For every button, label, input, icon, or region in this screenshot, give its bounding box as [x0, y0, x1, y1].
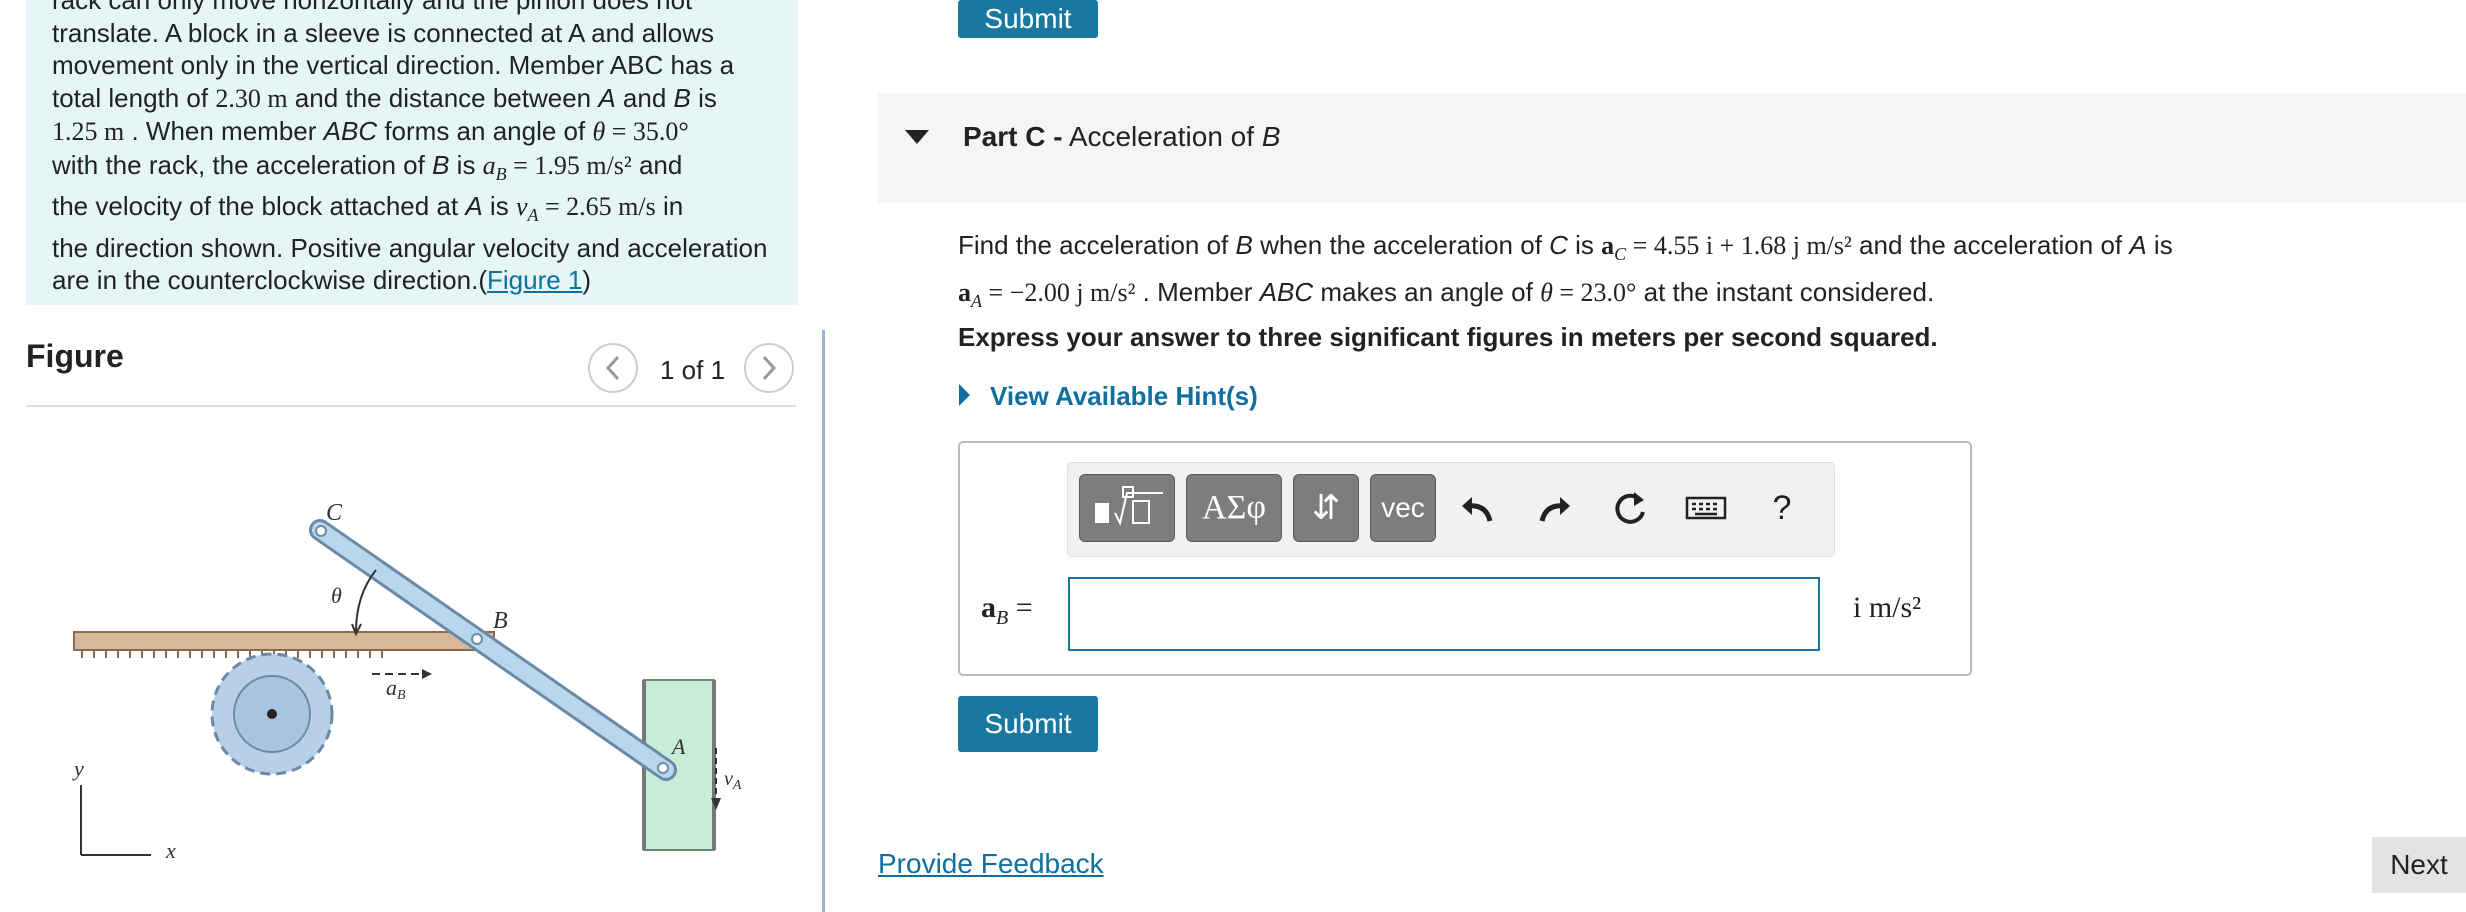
panel-divider — [822, 330, 825, 912]
next-figure-button[interactable] — [744, 343, 794, 393]
left-panel: rack can only move horizontally and the … — [0, 0, 822, 912]
a-label: A — [670, 734, 686, 759]
svg-text:vA: vA — [724, 768, 742, 793]
problem-line: total length of 2.30 m and the distance … — [52, 82, 717, 113]
redo-icon — [1539, 497, 1570, 522]
answer-input[interactable] — [1068, 577, 1820, 651]
next-button[interactable]: Next — [2372, 837, 2466, 893]
problem-line: are in the counterclockwise direction.(F… — [52, 265, 592, 296]
greek-symbols-button[interactable]: ΑΣφ — [1186, 474, 1282, 542]
y-axis-label: y — [72, 756, 84, 781]
pin-c — [315, 525, 327, 537]
hint-expand-icon[interactable] — [959, 384, 970, 406]
templates-icon — [1095, 486, 1163, 526]
theta2-value: 23.0° — [1580, 278, 1637, 308]
reset-button[interactable] — [1603, 481, 1657, 535]
svg-text:aB: aB — [386, 675, 406, 703]
keyboard-icon — [1685, 496, 1727, 520]
c-label: C — [326, 500, 343, 526]
provide-feedback-link[interactable]: Provide Feedback — [878, 848, 1104, 880]
vA-value: 2.65 m/s — [566, 192, 656, 222]
problem-line: the velocity of the block attached at A … — [52, 191, 684, 226]
view-hints-link[interactable]: View Available Hint(s) — [990, 381, 1258, 412]
submit-button[interactable]: Submit — [958, 696, 1098, 752]
aB-sub: B — [397, 688, 406, 703]
keyboard-button[interactable] — [1679, 481, 1733, 535]
figure-divider — [26, 405, 796, 407]
redo-button[interactable] — [1527, 481, 1581, 535]
b-label: B — [493, 608, 508, 634]
chevron-left-icon — [605, 355, 620, 381]
part-title: Part C - Acceleration of B — [963, 121, 1281, 152]
question-text: Find the acceleration of B when the acce… — [958, 230, 2173, 312]
help-button[interactable]: ? — [1755, 481, 1809, 535]
mechanism-figure: θ C B A aB vA y x — [72, 500, 742, 863]
theta-value: 35.0° — [632, 117, 689, 146]
collapse-triangle-icon[interactable] — [905, 130, 929, 144]
vA-sub: A — [732, 778, 742, 793]
vec-button[interactable]: vec — [1370, 474, 1436, 542]
theta-label: θ — [331, 583, 342, 608]
reset-icon — [1615, 492, 1645, 524]
templates-button[interactable] — [1079, 474, 1175, 542]
aC-value: 4.55 i + 1.68 j m/s² — [1653, 231, 1852, 260]
undo-button[interactable] — [1451, 481, 1505, 535]
pinion-center — [267, 709, 277, 719]
chevron-right-icon — [762, 355, 777, 381]
problem-line: translate. A block in a sleeve is connec… — [52, 17, 714, 48]
pin-b — [471, 633, 483, 645]
aA-value: −2.00 j m/s² — [1009, 278, 1136, 308]
problem-line: the direction shown. Positive angular ve… — [52, 232, 768, 263]
distance-value: 1.25 m — [52, 117, 125, 146]
problem-line: 1.25 m . When member ABC forms an angle … — [52, 116, 689, 146]
arrows-button[interactable]: ⇵ — [1293, 474, 1359, 542]
figure-link[interactable]: Figure 1 — [487, 265, 582, 295]
length-value: 2.30 m — [215, 83, 288, 113]
problem-line: with the rack, the acceleration of B is … — [52, 149, 683, 184]
figure-title: Figure — [26, 338, 124, 374]
problem-line: movement only in the vertical direction.… — [52, 50, 735, 80]
problem-statement: rack can only move horizontally and the … — [26, 0, 798, 305]
rack-teeth — [81, 650, 383, 658]
instruction-text: Express your answer to three significant… — [958, 322, 1938, 352]
aB-label: a — [386, 675, 397, 700]
pin-a — [657, 762, 669, 774]
problem-line: rack can only move horizontally and the … — [52, 0, 693, 15]
undo-icon — [1462, 497, 1493, 522]
x-axis-label: x — [165, 838, 176, 863]
submit-button-previous-part[interactable]: Submit — [958, 0, 1098, 38]
answer-label: aB = — [981, 591, 1033, 629]
prev-figure-button[interactable] — [588, 343, 638, 393]
math-toolbar: ΑΣφ ⇵ vec ? — [1067, 462, 1835, 557]
vA-label: v — [724, 768, 733, 790]
rack — [73, 631, 495, 651]
aB-value: 1.95 m/s² — [534, 150, 632, 180]
answer-units: i m/s² — [1853, 591, 1922, 624]
figure-count: 1 of 1 — [660, 355, 726, 385]
